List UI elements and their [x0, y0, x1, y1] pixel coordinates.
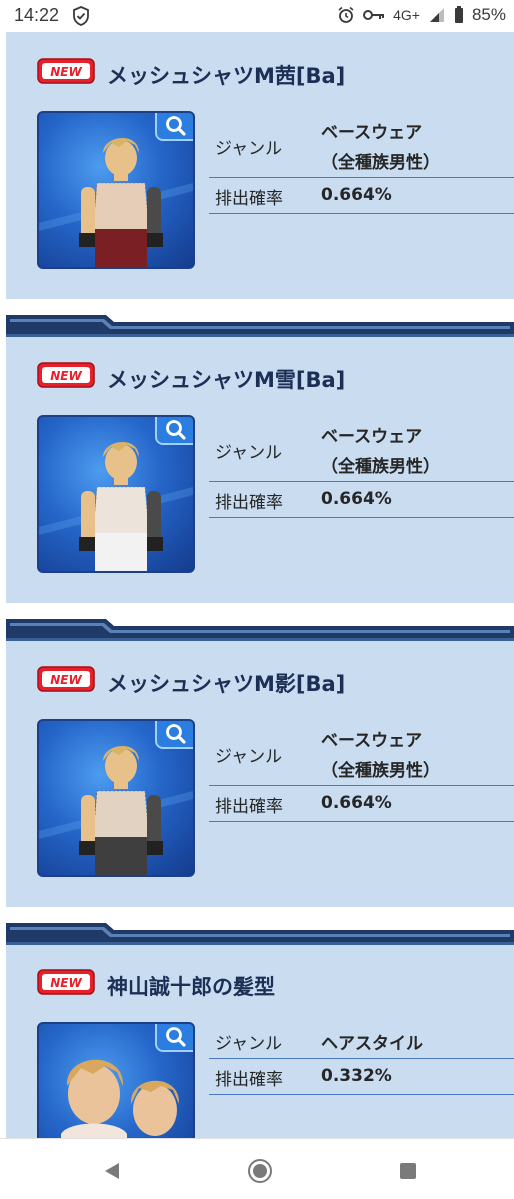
rate-label: 排出確率	[215, 797, 283, 817]
shield-check-icon	[73, 6, 89, 26]
gacha-item-card: NEW 神山誠十郎の髪型 ジャンル ヘアスタイル 排出確率 0.332%	[6, 923, 514, 1138]
page-content[interactable]: NEW メッシュシャツM茜[Ba] ジャンル ベースウェア （全種族男性） 排出…	[0, 32, 514, 1138]
rate-label: 排出確率	[215, 189, 283, 209]
gacha-item-card: NEW メッシュシャツM茜[Ba] ジャンル ベースウェア （全種族男性） 排出…	[6, 32, 514, 299]
new-badge: NEW	[37, 969, 95, 995]
rate-value: 0.664%	[321, 185, 392, 205]
svg-text:NEW: NEW	[50, 673, 82, 687]
back-icon[interactable]	[102, 1161, 122, 1181]
recents-icon[interactable]	[399, 1162, 417, 1180]
magnifier-icon	[166, 420, 186, 440]
genre-label: ジャンル	[215, 747, 283, 767]
zoom-button[interactable]	[155, 1024, 193, 1052]
item-info-table: ジャンル ベースウェア （全種族男性） 排出確率 0.664%	[209, 416, 514, 518]
navigation-bar	[0, 1138, 514, 1199]
genre-value-line2: （全種族男性）	[321, 457, 440, 477]
rate-row: 排出確率 0.664%	[209, 178, 514, 214]
genre-label: ジャンル	[215, 139, 283, 159]
battery-icon	[454, 6, 463, 23]
card-header-bar	[6, 315, 514, 337]
item-title: メッシュシャツM雪[Ba]	[107, 368, 346, 392]
vpn-key-icon	[363, 10, 385, 20]
genre-value-line1: ベースウェア	[321, 427, 423, 447]
rate-label: 排出確率	[215, 1070, 283, 1090]
new-badge: NEW	[37, 58, 95, 84]
signal-icon	[429, 8, 444, 22]
rate-label: 排出確率	[215, 493, 283, 513]
item-info-table: ジャンル ベースウェア （全種族男性） 排出確率 0.664%	[209, 112, 514, 214]
genre-value-line2: （全種族男性）	[321, 153, 440, 173]
item-title: メッシュシャツM影[Ba]	[107, 672, 346, 696]
genre-value-line1: ベースウェア	[321, 731, 423, 751]
genre-value-line1: ヘアスタイル	[321, 1034, 423, 1054]
new-badge: NEW	[37, 362, 95, 388]
gacha-item-card: NEW メッシュシャツM雪[Ba] ジャンル ベースウェア （全種族男性） 排出…	[6, 315, 514, 603]
status-bar: 14:22 4G+ 85%	[0, 0, 514, 32]
item-thumbnail[interactable]	[37, 415, 195, 573]
home-icon[interactable]	[247, 1158, 273, 1184]
status-time: 14:22	[14, 5, 60, 25]
zoom-button[interactable]	[155, 113, 193, 141]
new-badge: NEW	[37, 666, 95, 692]
rate-row: 排出確率 0.664%	[209, 482, 514, 518]
card-header-bar	[6, 619, 514, 641]
svg-text:NEW: NEW	[50, 65, 82, 79]
magnifier-icon	[166, 116, 186, 136]
svg-text:NEW: NEW	[50, 976, 82, 990]
battery-percent: 85%	[471, 5, 506, 24]
item-thumbnail[interactable]	[37, 1022, 195, 1138]
genre-value-line2: （全種族男性）	[321, 761, 440, 781]
svg-text:NEW: NEW	[50, 369, 82, 383]
rate-row: 排出確率 0.332%	[209, 1059, 514, 1095]
genre-row: ジャンル ベースウェア （全種族男性）	[209, 112, 514, 178]
item-info-table: ジャンル ベースウェア （全種族男性） 排出確率 0.664%	[209, 720, 514, 822]
zoom-button[interactable]	[155, 417, 193, 445]
genre-row: ジャンル ヘアスタイル	[209, 1023, 514, 1059]
item-info-table: ジャンル ヘアスタイル 排出確率 0.332%	[209, 1023, 514, 1095]
magnifier-icon	[166, 1027, 186, 1047]
item-thumbnail[interactable]	[37, 719, 195, 877]
genre-label: ジャンル	[215, 443, 283, 463]
genre-label: ジャンル	[215, 1034, 283, 1054]
gacha-item-card: NEW メッシュシャツM影[Ba] ジャンル ベースウェア （全種族男性） 排出…	[6, 619, 514, 907]
genre-row: ジャンル ベースウェア （全種族男性）	[209, 416, 514, 482]
magnifier-icon	[166, 724, 186, 744]
rate-row: 排出確率 0.664%	[209, 786, 514, 822]
genre-value-line1: ベースウェア	[321, 123, 423, 143]
network-type: 4G+	[393, 7, 420, 23]
zoom-button[interactable]	[155, 721, 193, 749]
genre-row: ジャンル ベースウェア （全種族男性）	[209, 720, 514, 786]
item-thumbnail[interactable]	[37, 111, 195, 269]
card-header-bar	[6, 923, 514, 945]
item-title: 神山誠十郎の髪型	[107, 975, 275, 999]
item-title: メッシュシャツM茜[Ba]	[107, 64, 346, 88]
rate-value: 0.332%	[321, 1066, 392, 1086]
rate-value: 0.664%	[321, 793, 392, 813]
alarm-icon	[338, 6, 354, 23]
rate-value: 0.664%	[321, 489, 392, 509]
